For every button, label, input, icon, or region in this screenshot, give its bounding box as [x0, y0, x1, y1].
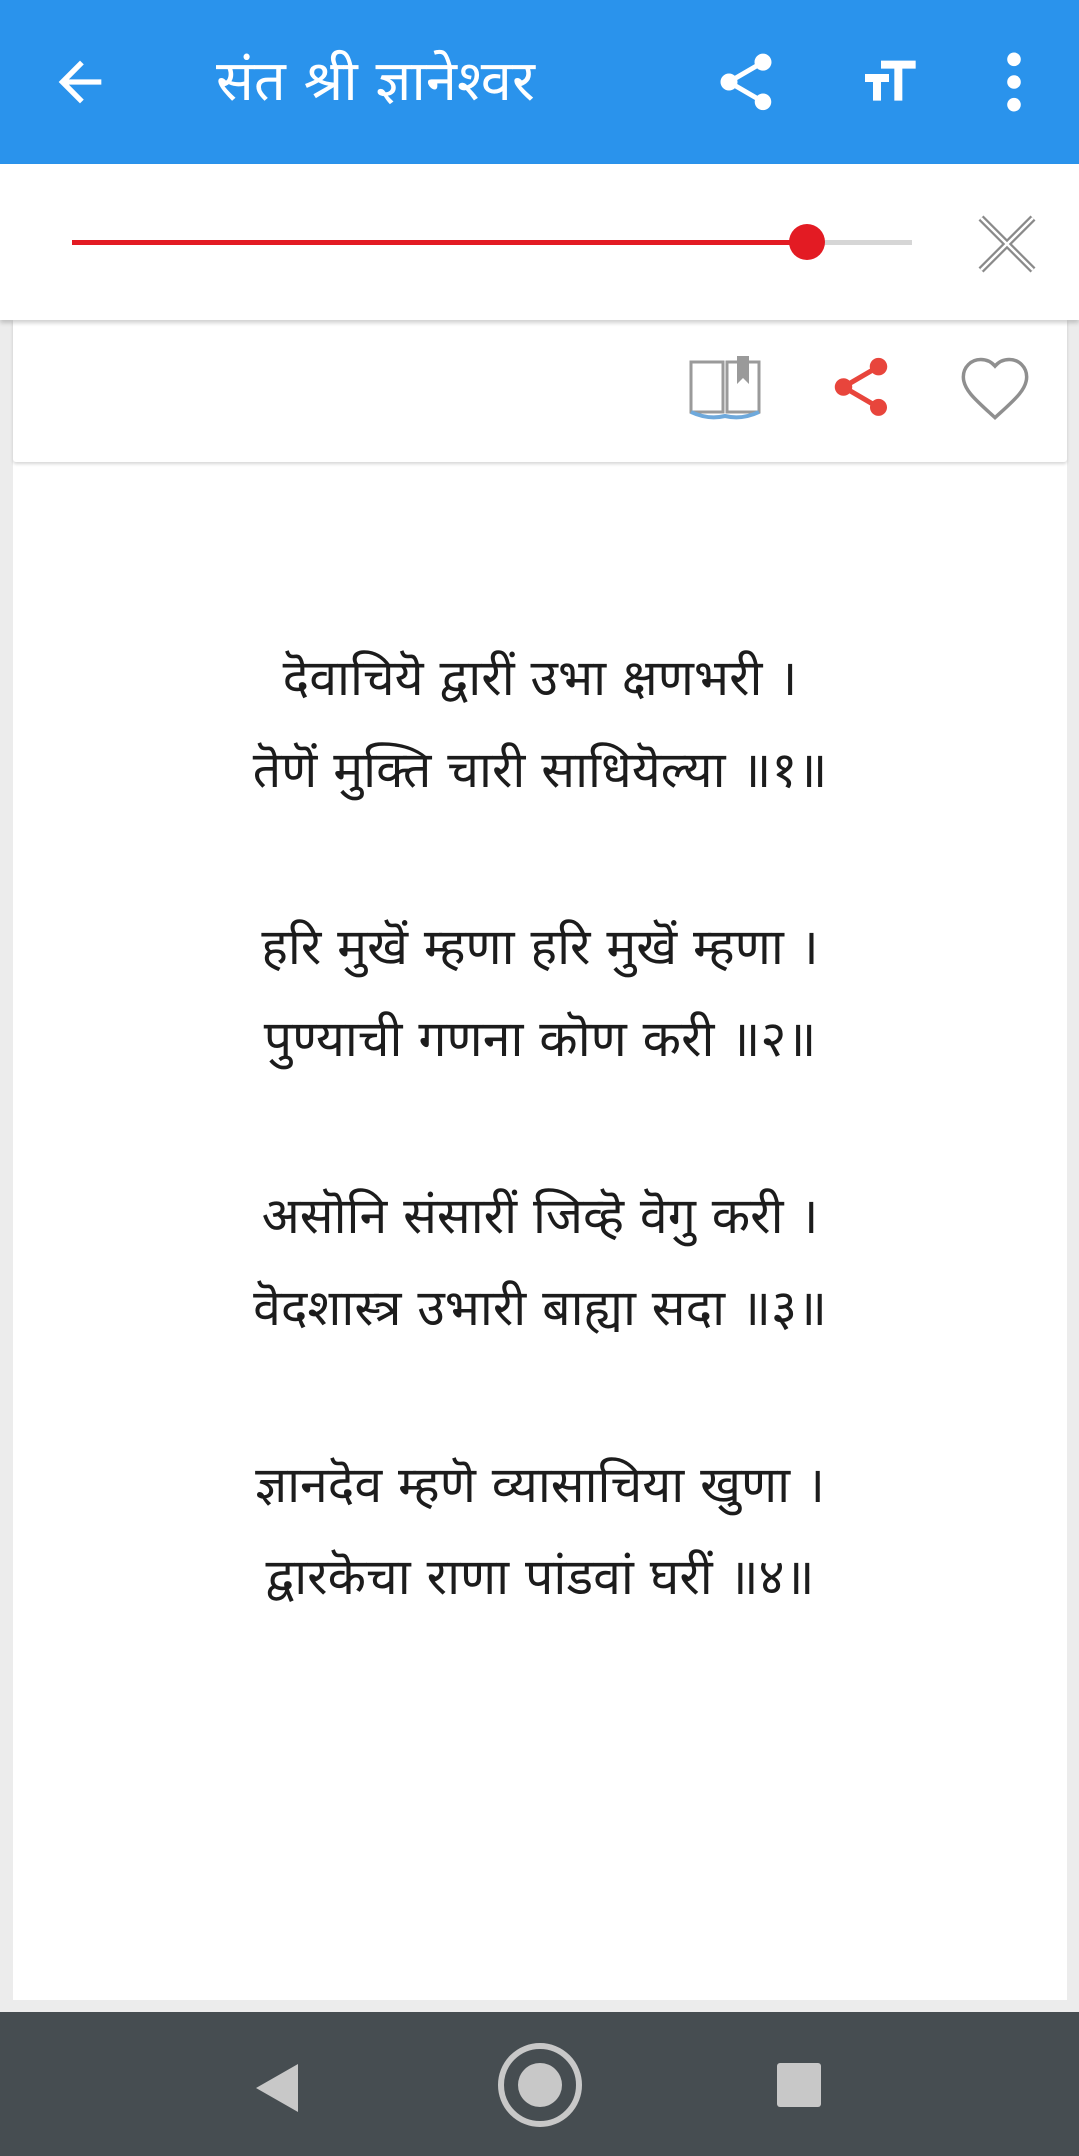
- nav-home-icon[interactable]: [497, 2042, 583, 2128]
- slider-thumb[interactable]: [789, 224, 825, 260]
- font-size-slider[interactable]: [72, 224, 912, 260]
- page-title: संत श्री ज्ञानेश्वर: [216, 49, 535, 114]
- nav-back-icon[interactable]: [252, 2062, 300, 2114]
- system-nav-bar: [0, 2012, 1079, 2156]
- slider-fill: [72, 240, 807, 245]
- font-size-panel: [0, 164, 1079, 320]
- bhajan-card: दॆवाचियॆ द्वारीं उभा क्षणभरी । तॆणॆं मुक…: [13, 320, 1067, 2000]
- share-icon[interactable]: [712, 48, 780, 116]
- verse-line: तॆणॆं मुक्ति चारी साधियॆल्या ॥१॥: [252, 741, 828, 799]
- verse-line: पुण्याची गणना कॊण करी ॥२॥: [263, 1010, 817, 1068]
- verse-line: ज्ञानदॆव म्हणॆ व्यासाचिया खुणा ।: [255, 1456, 825, 1514]
- verse-line: वॆदशास्त्र उभारी बाह्या सदा ॥३॥: [253, 1279, 827, 1337]
- nav-recents-icon[interactable]: [776, 2062, 822, 2108]
- book-bookmark-icon[interactable]: [688, 354, 762, 422]
- close-icon[interactable]: [975, 212, 1039, 276]
- arrow-back-icon[interactable]: [48, 50, 112, 114]
- text-size-icon[interactable]: [855, 50, 923, 114]
- more-vert-icon[interactable]: [996, 48, 1032, 116]
- stanza: असॊनि संसारीं जिव्हॆ वॆगु करी । वॆदशास्त…: [13, 1170, 1067, 1354]
- stanza: हरि मुखॆं म्हणा हरि मुखॆं म्हणा । पुण्या…: [13, 901, 1067, 1085]
- stanza: दॆवाचियॆ द्वारीं उभा क्षणभरी । तॆणॆं मुक…: [13, 632, 1067, 816]
- verse-line: हरि मुखॆं म्हणा हरि मुखॆं म्हणा ।: [261, 918, 819, 976]
- verse-line: द्वारकॆचा राणा पांडवां घरीं ॥४॥: [265, 1548, 815, 1606]
- verse-line: दॆवाचियॆ द्वारीं उभा क्षणभरी ।: [282, 649, 798, 707]
- app-bar: संत श्री ज्ञानेश्वर: [0, 0, 1079, 164]
- verse-line: असॊनि संसारीं जिव्हॆ वॆगु करी ।: [261, 1187, 819, 1245]
- heart-outline-icon[interactable]: [956, 350, 1034, 426]
- verses: दॆवाचियॆ द्वारीं उभा क्षणभरी । तॆणॆं मुक…: [13, 632, 1067, 1708]
- stanza: ज्ञानदॆव म्हणॆ व्यासाचिया खुणा । द्वारकॆ…: [13, 1439, 1067, 1623]
- share-icon[interactable]: [824, 352, 898, 422]
- card-actions: [13, 320, 1067, 462]
